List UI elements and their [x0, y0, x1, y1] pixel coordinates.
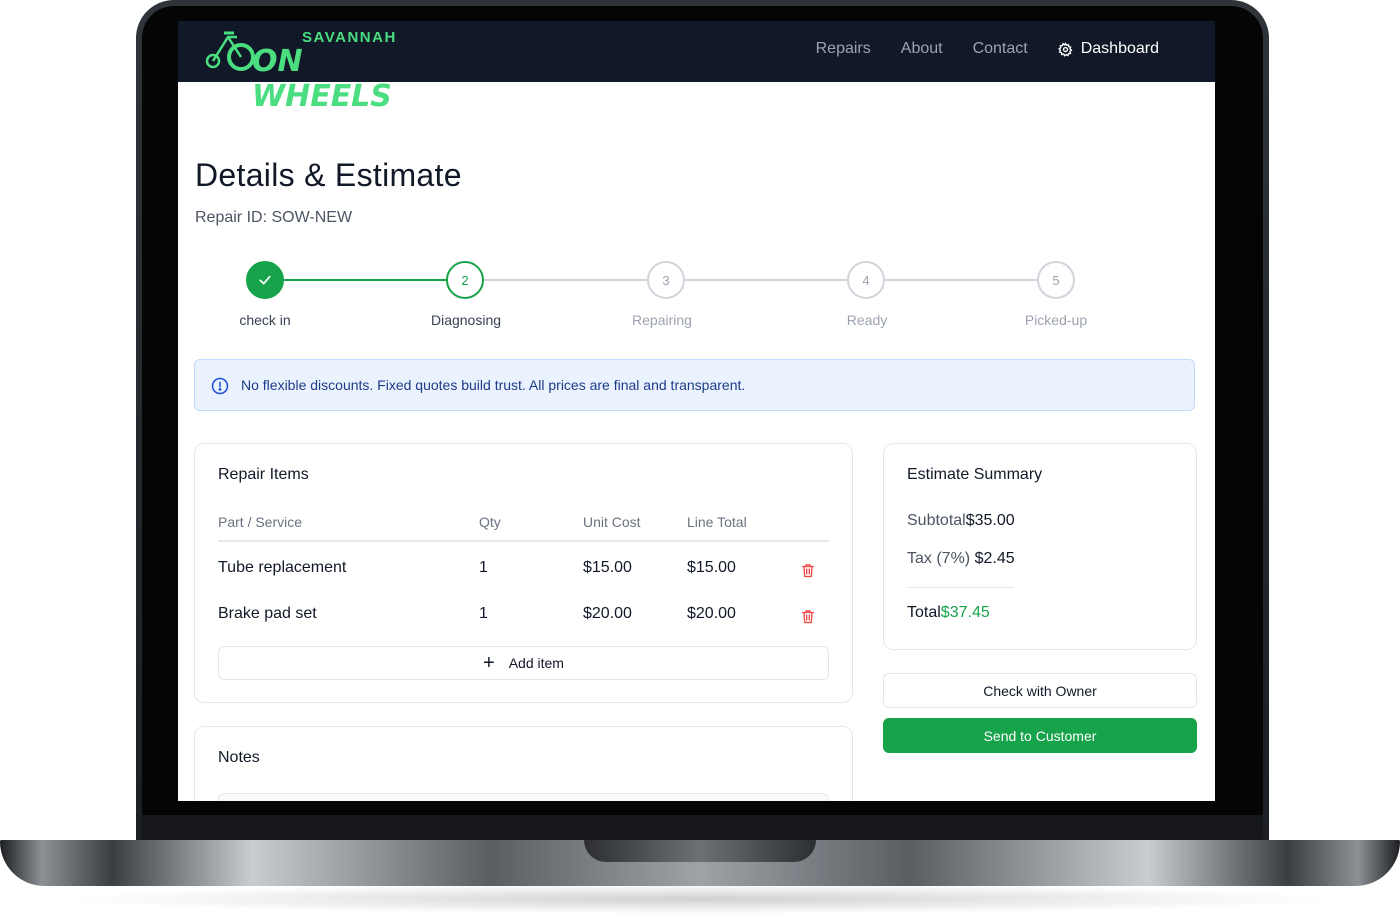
total-value: $37.45: [940, 604, 990, 621]
nav-link-about[interactable]: About: [901, 40, 943, 58]
subtotal-label: Subtotal: [907, 512, 966, 529]
gear-icon: [1057, 41, 1073, 57]
nav-link-dashboard[interactable]: Dashboard: [1057, 40, 1159, 58]
col-header-line-total: Line Total: [687, 514, 747, 530]
step-5-label: Picked-up: [1024, 312, 1088, 328]
step-connector: [884, 279, 1038, 281]
nav-link-repairs[interactable]: Repairs: [816, 40, 871, 58]
col-header-part: Part / Service: [218, 514, 303, 530]
repair-items-card: Repair Items Part / Service Qty Unit Cos…: [194, 443, 853, 703]
repair-items-title: Repair Items: [218, 466, 309, 483]
table-row: Brake pad set 1 $20.00 $20.00: [218, 605, 829, 631]
brand-name-big: ON WHEELS: [252, 44, 392, 114]
unit-cost-value: $20.00: [583, 605, 632, 622]
col-header-qty: Qty: [479, 514, 501, 530]
summary-title: Estimate Summary: [907, 466, 1043, 483]
step-1-circle: [246, 261, 284, 299]
plus-icon: +: [483, 652, 495, 674]
table-row: Tube replacement 1 $15.00 $15.00: [218, 559, 829, 585]
page-title: Details & Estimate: [195, 157, 462, 193]
send-to-customer-button[interactable]: Send to Customer: [883, 718, 1197, 753]
line-total-value: $15.00: [687, 559, 736, 576]
trash-icon: [802, 610, 814, 624]
info-icon: [211, 377, 229, 395]
alert-message: No flexible discounts. Fixed quotes buil…: [241, 377, 746, 393]
add-item-label: Add item: [508, 655, 564, 671]
subtotal-line: Subtotal$35.00: [907, 512, 1015, 530]
repair-id: Repair ID: SOW-NEW: [195, 209, 353, 226]
main-nav: Repairs About Contact Dashboard: [816, 40, 1159, 58]
part-name: Tube replacement: [218, 559, 347, 576]
tax-label: Tax (7%): [907, 550, 971, 567]
step-1-label: check in: [239, 312, 291, 328]
estimate-summary-card: Estimate Summary Subtotal$35.00 Tax (7%)…: [883, 443, 1197, 650]
step-2-label: Diagnosing: [430, 312, 502, 328]
tax-line: Tax (7%) $2.45: [907, 550, 1015, 568]
trash-icon: [802, 564, 814, 578]
step-3-circle: 3: [647, 261, 685, 299]
step-2-circle: 2: [446, 261, 484, 299]
screen: SAVANNAH ON WHEELS Repairs About Contact…: [178, 21, 1215, 801]
table-header: Part / Service Qty Unit Cost Line Total: [218, 514, 829, 542]
notes-textarea[interactable]: [218, 793, 829, 801]
step-connector: [284, 279, 448, 281]
qty-value: 1: [479, 559, 488, 576]
navbar: SAVANNAH ON WHEELS Repairs About Contact…: [178, 21, 1215, 114]
tax-value: $2.45: [974, 550, 1015, 567]
step-connector: [684, 279, 848, 281]
dashboard-label: Dashboard: [1080, 40, 1159, 57]
step-5-circle: 5: [1037, 261, 1075, 299]
notes-title: Notes: [218, 749, 260, 766]
step-4-label: Ready: [846, 312, 888, 328]
check-with-owner-button[interactable]: Check with Owner: [883, 673, 1197, 708]
brand-logo[interactable]: SAVANNAH ON WHEELS: [204, 27, 395, 114]
line-total-value: $20.00: [687, 605, 736, 622]
step-3-label: Repairing: [632, 312, 692, 328]
delete-row-button[interactable]: [800, 559, 816, 584]
progress-stepper: 2 3 4 5 check in Diagnosing Repairing Re…: [178, 259, 1215, 339]
add-item-button[interactable]: + Add item: [218, 646, 829, 680]
laptop-shadow: [60, 884, 1340, 914]
unit-cost-value: $15.00: [583, 559, 632, 576]
check-icon: [259, 275, 271, 285]
total-line: Total$37.45: [907, 604, 990, 622]
delete-row-button[interactable]: [800, 605, 816, 630]
step-connector: [484, 279, 648, 281]
qty-value: 1: [479, 605, 488, 622]
subtotal-value: $35.00: [965, 512, 1015, 529]
notes-card: Notes: [194, 726, 853, 801]
summary-divider: [907, 587, 1014, 588]
part-name: Brake pad set: [218, 605, 317, 622]
col-header-unit-cost: Unit Cost: [583, 514, 641, 530]
laptop-notch: [584, 840, 816, 862]
info-alert: No flexible discounts. Fixed quotes buil…: [194, 359, 1195, 411]
nav-link-contact[interactable]: Contact: [973, 40, 1028, 58]
step-4-circle: 4: [847, 261, 885, 299]
total-label: Total: [907, 604, 941, 621]
